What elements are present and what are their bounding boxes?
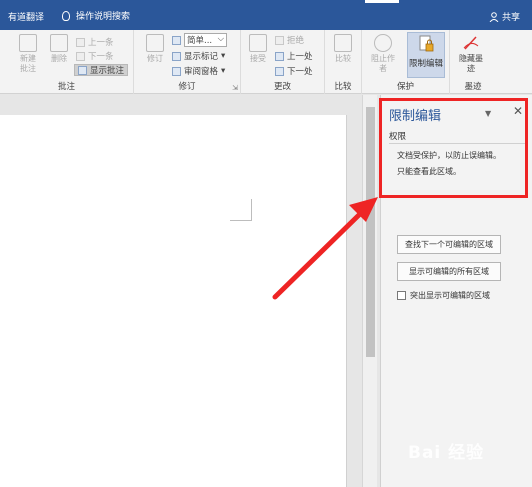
- checkbox-box[interactable]: [397, 291, 406, 300]
- block-authors-button[interactable]: 阻止作者: [368, 34, 398, 74]
- prev-comment-label: 上一条: [88, 38, 114, 48]
- vertical-scrollbar[interactable]: [362, 95, 377, 487]
- accept-button[interactable]: 接受: [243, 34, 273, 64]
- block-authors-label: 阻止作者: [371, 54, 395, 73]
- markup-icon: [172, 35, 181, 45]
- share-button[interactable]: 共享: [489, 10, 520, 23]
- annotation-highlight-box: [379, 98, 528, 198]
- restrict-editing-button[interactable]: 限制编辑: [407, 32, 445, 78]
- new-comment-label: 新建 批注: [20, 54, 36, 73]
- next-change-button[interactable]: 下一处: [275, 65, 313, 77]
- show-markup-label: 显示标记: [184, 52, 219, 62]
- track-changes-label: 修订: [147, 54, 163, 63]
- protect-group-label: 保护: [396, 82, 414, 92]
- compare-button[interactable]: 比较: [328, 34, 358, 64]
- reviewing-pane-button[interactable]: 审阅窗格 ▾: [172, 65, 225, 77]
- prev-change-label: 上一处: [287, 52, 313, 62]
- hide-ink-button[interactable]: 隐藏墨 迹: [456, 34, 486, 74]
- accept-label: 接受: [250, 54, 266, 63]
- youdao-translate-tab[interactable]: 有道翻译: [8, 10, 44, 23]
- reject-label: 拒绝: [287, 36, 305, 46]
- chevron-down-icon: ▾: [221, 66, 226, 76]
- active-tab-indicator: [365, 0, 399, 3]
- new-comment-icon: [19, 34, 37, 52]
- find-next-editable-button[interactable]: 查找下一个可编辑的区域: [397, 235, 501, 254]
- next-comment-icon: [76, 51, 85, 61]
- markup-select[interactable]: 简单... ⌵: [184, 33, 228, 47]
- tell-me-search[interactable]: 操作说明搜索: [62, 9, 130, 22]
- delete-comment-button[interactable]: 删除: [44, 34, 74, 64]
- compare-group: 比较 比较: [325, 30, 362, 94]
- compare-group-label: 比较: [334, 82, 352, 92]
- compare-icon: [334, 34, 352, 52]
- show-all-editable-button[interactable]: 显示可编辑的所有区域: [397, 262, 501, 281]
- ink-group: 隐藏墨 迹 墨迹: [450, 30, 496, 94]
- person-icon: [489, 11, 499, 22]
- markup-select-value: 简单...: [187, 36, 213, 46]
- comments-group: 新建 批注 删除 上一条 下一条 显示批注 批注: [0, 30, 134, 94]
- next-comment-label: 下一条: [88, 52, 114, 62]
- track-changes-button[interactable]: 修订: [140, 34, 170, 64]
- show-markup-icon: [172, 51, 181, 61]
- accept-icon: [249, 34, 267, 52]
- dialog-launcher-icon[interactable]: ⇲: [232, 84, 238, 92]
- changes-group: 接受 拒绝 上一处 下一处 更改: [241, 30, 325, 94]
- next-change-icon: [275, 66, 284, 76]
- delete-comment-label: 删除: [51, 54, 67, 63]
- prev-comment-button[interactable]: 上一条: [76, 36, 114, 48]
- show-markup-button[interactable]: 显示标记 ▾: [172, 50, 225, 62]
- next-comment-button[interactable]: 下一条: [76, 50, 114, 62]
- reject-button[interactable]: 拒绝: [275, 34, 304, 46]
- margin-corner-mark: [230, 199, 252, 221]
- changes-group-label: 更改: [273, 82, 291, 92]
- markup-dropdown[interactable]: 简单... ⌵: [172, 33, 228, 47]
- lightbulb-icon: [62, 10, 70, 21]
- new-comment-button[interactable]: 新建 批注: [13, 34, 43, 74]
- highlight-editable-checkbox[interactable]: 突出显示可编辑的区域: [397, 290, 490, 301]
- track-changes-icon: [146, 34, 164, 52]
- ink-pen-icon: [462, 34, 480, 52]
- reviewing-pane-label: 审阅窗格: [184, 67, 219, 77]
- reject-icon: [275, 35, 284, 45]
- compare-label: 比较: [335, 54, 351, 63]
- highlight-editable-label: 突出显示可编辑的区域: [410, 291, 490, 300]
- show-comments-icon: [78, 65, 87, 75]
- ribbon: 新建 批注 删除 上一条 下一条 显示批注 批注 修订 简单... ⌵ 显示标记…: [0, 30, 532, 94]
- people-icon: [374, 34, 392, 52]
- title-bar: 有道翻译 操作说明搜索 共享: [0, 0, 532, 30]
- watermark: Bai 经验: [408, 443, 485, 463]
- prev-change-icon: [275, 51, 284, 61]
- tracking-group-label: 修订: [178, 82, 196, 92]
- restrict-editing-label: 限制编辑: [408, 59, 443, 69]
- show-comments-button[interactable]: 显示批注: [74, 64, 129, 76]
- scrollbar-thumb[interactable]: [366, 107, 375, 357]
- tell-me-label: 操作说明搜索: [76, 12, 131, 22]
- chevron-down-icon: ▾: [221, 51, 226, 61]
- share-label: 共享: [501, 13, 520, 23]
- ink-group-label: 墨迹: [464, 82, 482, 92]
- tracking-group: 修订 简单... ⌵ 显示标记 ▾ 审阅窗格 ▾ 修订 ⇲: [134, 30, 241, 94]
- next-change-label: 下一处: [287, 67, 313, 77]
- chevron-down-icon: ⌵: [217, 34, 225, 44]
- document-area: [0, 95, 377, 487]
- lock-document-icon: [418, 35, 434, 53]
- reviewing-pane-icon: [172, 66, 181, 76]
- comments-group-label: 批注: [57, 82, 75, 92]
- document-page[interactable]: [0, 115, 347, 487]
- prev-comment-icon: [76, 37, 85, 47]
- prev-change-button[interactable]: 上一处: [275, 50, 313, 62]
- delete-comment-icon: [50, 34, 68, 52]
- show-comments-label: 显示批注: [90, 66, 125, 76]
- hide-ink-label: 隐藏墨 迹: [459, 54, 483, 73]
